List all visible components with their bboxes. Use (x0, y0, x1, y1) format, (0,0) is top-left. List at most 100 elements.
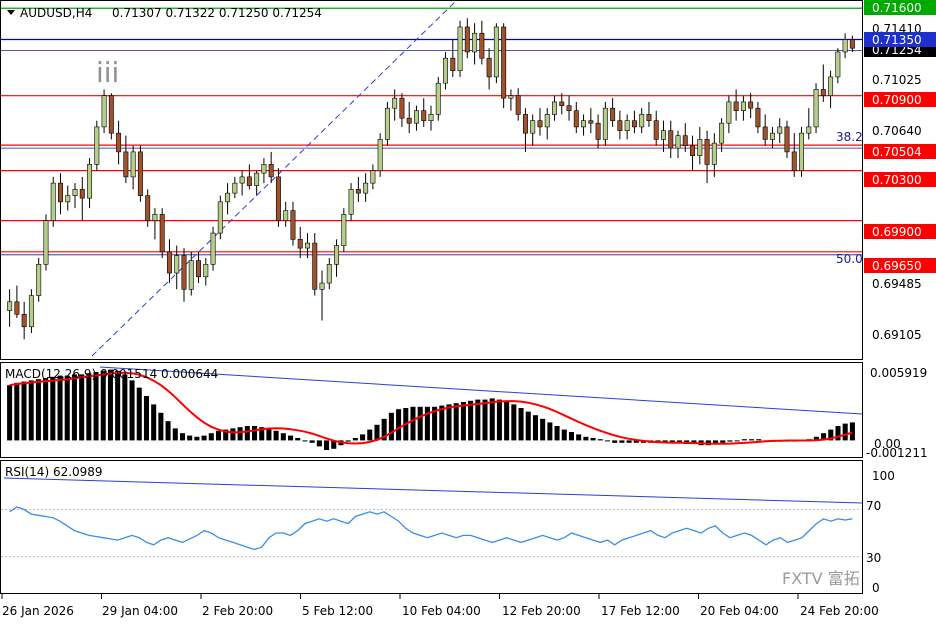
price-tick-5: 0.69105 (872, 328, 922, 342)
candle-body (159, 214, 165, 253)
macd-bar (626, 440, 632, 443)
macd-bar (410, 406, 416, 441)
candle-body (617, 120, 623, 131)
candle-body (319, 282, 325, 290)
candle-body (232, 182, 238, 194)
candle (94, 120, 100, 171)
candle-body (849, 39, 855, 49)
candle (43, 214, 49, 271)
level-tag-6: 0.69650 (864, 258, 936, 273)
candle-body (72, 189, 78, 196)
macd-bar (360, 434, 366, 441)
candle-body (145, 195, 151, 221)
candle-body (348, 189, 354, 215)
candle-body (588, 120, 594, 124)
candle (501, 23, 507, 109)
macd-bar (741, 439, 747, 441)
candle-body (239, 176, 245, 184)
candle-body (370, 170, 376, 184)
macd-bar (576, 434, 582, 441)
macd-bar (388, 412, 394, 441)
candle-body (486, 57, 492, 78)
macd-bar (424, 406, 430, 441)
macd-bar (251, 426, 258, 441)
candle-body (748, 101, 754, 109)
candle (602, 101, 608, 146)
candle-body (246, 176, 252, 186)
candle-body (777, 126, 783, 134)
macd-bar (143, 396, 149, 441)
candle-body (297, 239, 303, 249)
candle (137, 145, 143, 202)
rsi-tick-30: 30 (866, 551, 881, 565)
candle-body (58, 182, 63, 203)
candle (377, 133, 383, 177)
rsi-tick-70: 70 (866, 499, 881, 513)
level-tag-3-text: 0.70504 (872, 145, 922, 159)
macd-bar (194, 436, 200, 441)
candle-body (261, 164, 267, 174)
macd-bar (79, 374, 85, 441)
candle-body (493, 26, 499, 78)
candle-body (784, 126, 790, 153)
candle-body (806, 126, 812, 134)
time-label-8: 24 Feb 20:00 (800, 604, 879, 618)
candle-body (835, 51, 841, 78)
candle-body (762, 126, 768, 140)
macd-bar (482, 399, 488, 441)
macd-bar (720, 440, 726, 443)
macd-bar (100, 370, 106, 441)
macd-bar (208, 433, 214, 441)
candle (28, 289, 34, 334)
candle-body (522, 114, 528, 134)
macd-bar (547, 422, 553, 441)
candle-body (791, 151, 797, 171)
candle-body (65, 195, 71, 203)
candle-body (828, 76, 834, 96)
candle-body (87, 164, 93, 199)
candle-body (704, 139, 710, 165)
candle (159, 208, 165, 259)
candle-body (275, 176, 281, 221)
candle-body (14, 301, 20, 315)
macd-bar (50, 376, 56, 441)
candle-body (639, 114, 645, 128)
candle (101, 89, 107, 134)
macd-bar (583, 436, 589, 441)
candle (384, 101, 390, 146)
candle (493, 23, 499, 84)
macd-bar (417, 406, 423, 441)
candle-body (152, 214, 158, 221)
macd-bar (504, 402, 510, 441)
macd-bar (64, 375, 70, 441)
time-label-1: 29 Jan 04:00 (102, 604, 178, 618)
chart-ohlc: 0.71307 0.71322 0.71250 0.71254 (112, 6, 322, 20)
candle-body (581, 120, 587, 128)
macd-bar (324, 440, 330, 450)
macd-bar (302, 440, 308, 442)
level-tag-3: 0.70504 (864, 144, 936, 159)
level-tag-6-text: 0.69650 (872, 259, 922, 273)
time-label-5: 12 Feb 20:00 (502, 604, 581, 618)
candle-body (392, 97, 398, 109)
macd-bar (187, 435, 193, 441)
macd-bar (230, 428, 236, 441)
level-tag-4-text: 0.70300 (872, 173, 922, 187)
candle-body (799, 132, 804, 171)
fib-label-500: 50.0 (836, 252, 863, 266)
macd-bar (475, 399, 481, 441)
candle-body (166, 251, 172, 274)
candle-body (384, 107, 390, 140)
macd-bar (460, 402, 466, 441)
candle (457, 20, 463, 77)
candle-body (108, 95, 114, 134)
macd-bar (295, 438, 301, 441)
time-label-0: 26 Jan 2026 (2, 604, 74, 618)
macd-bar (352, 438, 358, 441)
macd-bar (554, 426, 560, 441)
candle-body (690, 145, 696, 156)
macd-bar (71, 374, 77, 441)
candle-body (573, 110, 579, 128)
watermark: FXTV 富拓 (782, 569, 860, 588)
candle (210, 226, 216, 271)
